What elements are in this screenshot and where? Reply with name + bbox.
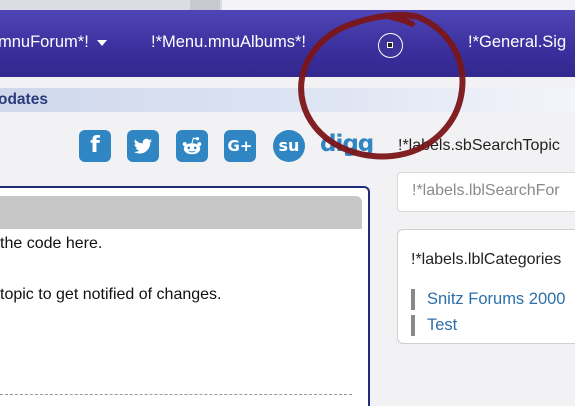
updates-title: odates	[0, 91, 48, 108]
google-plus-icon[interactable]: G+	[224, 130, 256, 162]
post-text-line: topic to get notified of changes.	[0, 286, 222, 303]
sidebar-search-box	[397, 172, 575, 212]
reddit-icon[interactable]	[176, 130, 208, 162]
nav-forum-label: mnuForum*!	[0, 33, 89, 51]
top-strip	[0, 0, 575, 10]
twitter-bird-icon	[133, 138, 153, 154]
stumbleupon-icon[interactable]: su	[273, 130, 305, 162]
reddit-alien-icon	[182, 137, 202, 155]
navbar: mnuForum*! !*Menu.mnuAlbums*! !*General.…	[0, 10, 575, 77]
chevron-down-icon	[96, 39, 107, 46]
updates-bar: odates	[0, 88, 575, 112]
nav-forum-menu[interactable]: mnuForum*!	[0, 33, 107, 52]
stumbleupon-glyph: su	[278, 136, 300, 155]
sidebar-search-label: !*labels.sbSearchTopic	[398, 137, 560, 154]
category-link[interactable]: Test	[411, 315, 457, 336]
google-plus-glyph: G+	[227, 137, 253, 155]
nav-general-link[interactable]: !*General.Sig	[468, 33, 566, 52]
twitter-icon[interactable]	[127, 130, 159, 162]
post-header	[0, 196, 362, 229]
category-link[interactable]: Snitz Forums 2000	[411, 289, 565, 310]
categories-box: !*labels.lblCategories Snitz Forums 2000…	[397, 229, 575, 344]
top-strip-segment	[190, 0, 220, 10]
divider	[0, 394, 352, 395]
facebook-icon[interactable]: f	[79, 130, 111, 162]
page: mnuForum*! !*Menu.mnuAlbums*! !*General.…	[0, 0, 575, 406]
search-input[interactable]	[412, 182, 575, 200]
categories-title: !*labels.lblCategories	[411, 251, 562, 268]
digg-icon[interactable]: digg	[320, 131, 374, 157]
nav-small-icon[interactable]	[378, 33, 403, 58]
square-icon	[387, 42, 393, 48]
top-strip-segment	[222, 0, 575, 10]
facebook-glyph: f	[90, 133, 100, 158]
post-box: the code here. topic to get notified of …	[0, 186, 370, 406]
post-text-line: the code here.	[0, 235, 103, 252]
nav-albums-link[interactable]: !*Menu.mnuAlbums*!	[151, 33, 306, 52]
